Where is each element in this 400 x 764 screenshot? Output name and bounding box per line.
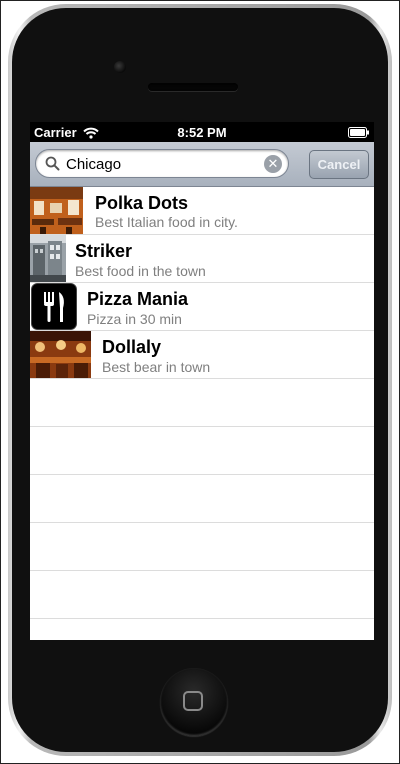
bar-interior-photo	[30, 331, 91, 378]
row-subtitle: Best food in the town	[75, 263, 206, 279]
table-row[interactable]: Polka Dots Best Italian food in city.	[30, 187, 374, 235]
home-square-icon	[183, 691, 203, 711]
search-bar: ✕ Cancel	[30, 142, 374, 187]
empty-row	[30, 523, 374, 571]
fork-knife-icon	[31, 283, 77, 330]
search-input[interactable]	[66, 155, 256, 173]
search-icon	[45, 156, 60, 171]
row-title: Polka Dots	[95, 193, 189, 213]
row-subtitle: Best Italian food in city.	[95, 214, 238, 230]
row-title: Dollaly	[102, 337, 162, 357]
empty-row	[30, 571, 374, 619]
row-subtitle: Best bear in town	[102, 359, 211, 375]
status-right	[348, 126, 370, 141]
screen: Carrier 8:52 PM ✕ Cancel	[30, 122, 374, 640]
table-row[interactable]: Pizza Mania Pizza in 30 min	[30, 283, 374, 331]
empty-row	[30, 619, 374, 640]
row-title: Pizza Mania	[87, 289, 189, 309]
clear-search-icon[interactable]: ✕	[264, 155, 282, 173]
row-title: Striker	[75, 241, 133, 261]
home-button[interactable]	[160, 668, 228, 736]
restaurant-interior-photo	[30, 187, 83, 234]
table-row[interactable]: Dollaly Best bear in town	[30, 331, 374, 379]
empty-row	[30, 379, 374, 427]
status-time: 8:52 PM	[177, 125, 227, 140]
empty-row	[30, 427, 374, 475]
empty-row	[30, 475, 374, 523]
results-table: Polka Dots Best Italian food in city. St…	[30, 187, 374, 640]
front-camera	[114, 61, 126, 73]
battery-icon	[348, 127, 369, 138]
street-building-photo	[30, 235, 66, 282]
row-subtitle: Pizza in 30 min	[87, 311, 182, 327]
search-field[interactable]: ✕	[35, 149, 289, 178]
table-row[interactable]: Striker Best food in the town	[30, 235, 374, 283]
status-bar: Carrier 8:52 PM	[30, 122, 374, 142]
earpiece-speaker	[148, 83, 238, 91]
cancel-button[interactable]: Cancel	[309, 150, 369, 179]
